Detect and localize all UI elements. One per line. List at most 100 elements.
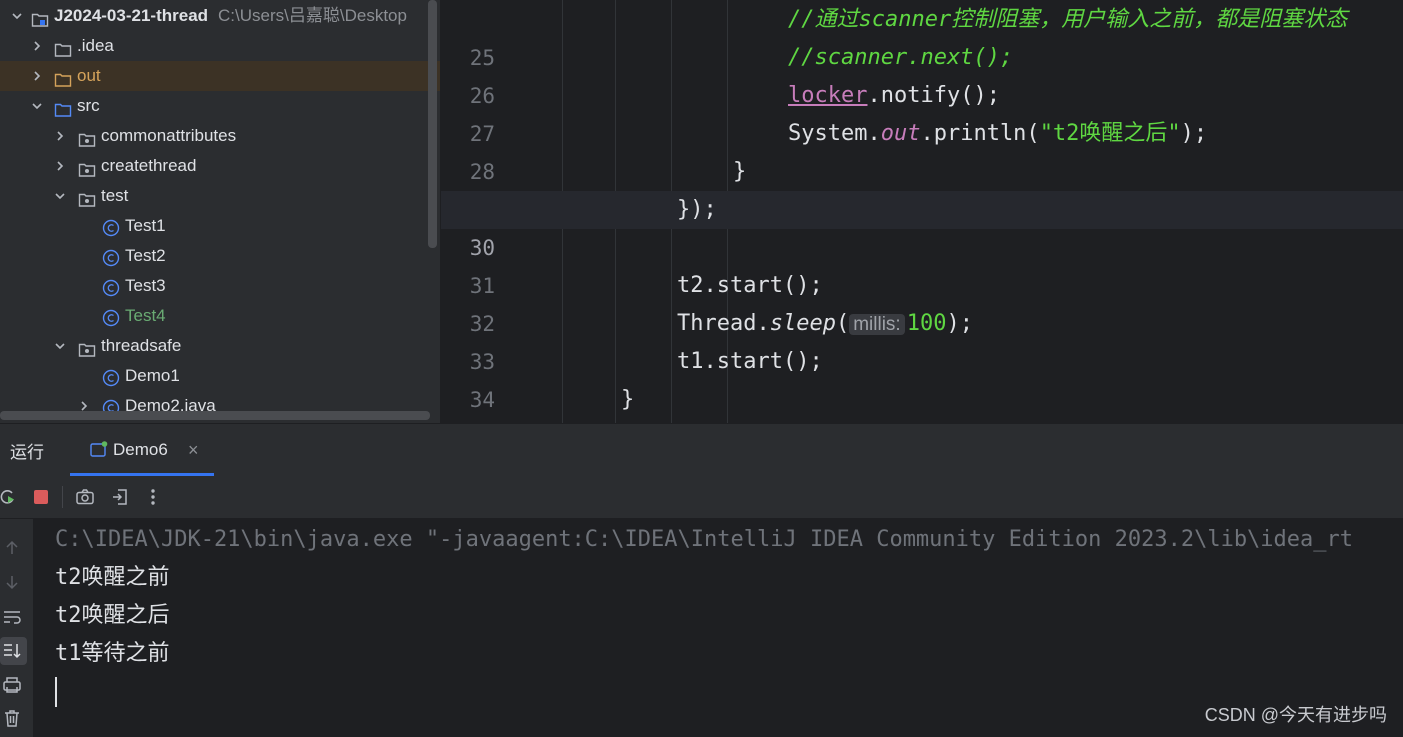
more-icon[interactable] (143, 487, 163, 507)
code-line[interactable]: 32 t2.start(); (441, 267, 1403, 336)
tree-item-label: .idea (77, 36, 114, 55)
tree-item-label: commonattributes (101, 126, 237, 145)
code-line[interactable]: 31 (441, 229, 1403, 298)
arrow-up-icon[interactable] (2, 538, 22, 558)
project-path: C:\Users\吕嘉聪\Desktop (218, 6, 407, 25)
tree-item-test4[interactable]: Test4 (0, 301, 440, 331)
class-icon (102, 277, 120, 297)
code-text: t2.start(); (677, 273, 823, 298)
arrow-down-icon[interactable] (2, 572, 22, 592)
chevron-down-icon[interactable] (10, 9, 24, 23)
run-config-icon (90, 441, 108, 463)
code-number: 100 (906, 311, 947, 336)
close-icon[interactable]: × (188, 440, 199, 461)
console-line: t1等待之前 (55, 641, 170, 666)
code-static-method: sleep (769, 311, 836, 336)
tree-item-out[interactable]: out (0, 61, 440, 91)
code-text: Thread. (677, 311, 770, 336)
code-text: ); (1180, 121, 1208, 146)
tree-item-label: Test2 (125, 246, 166, 265)
parameter-hint: millis: (849, 314, 905, 335)
console-command-line: C:\IDEA\JDK-21\bin\java.exe "-javaagent:… (55, 527, 1354, 552)
tree-item-createthread[interactable]: createthread (0, 151, 440, 181)
code-text: System.out.println("t2唤醒之后"); (788, 115, 1207, 153)
code-line[interactable]: 26 //scanner.next(); (441, 39, 1403, 108)
run-toolbar (0, 476, 1403, 519)
tree-item-root[interactable]: J2024-03-21-thread C:\Users\吕嘉聪\Desktop (0, 1, 440, 31)
code-text: ); (946, 311, 973, 336)
rerun-icon[interactable] (0, 487, 18, 507)
tree-item-demo1[interactable]: Demo1 (0, 361, 440, 391)
soft-wrap-icon[interactable] (2, 607, 22, 627)
tree-item-label: Test4 (125, 306, 166, 325)
project-icon (31, 8, 49, 27)
chevron-down-icon[interactable] (30, 99, 44, 113)
code-text: .notify(); (867, 83, 1000, 108)
tree-item-label: threadsafe (101, 336, 182, 355)
text-caret (55, 677, 57, 707)
tree-item-test1[interactable]: Test1 (0, 211, 440, 241)
source-folder-icon (54, 98, 72, 117)
exit-icon[interactable] (110, 487, 130, 507)
print-icon[interactable] (2, 675, 22, 695)
package-icon (78, 338, 96, 357)
tab-label: Demo6 (113, 440, 168, 459)
code-editor[interactable]: 25 //通过scanner控制阻塞，用户输入之前，都是阻塞状态 26 //sc… (441, 0, 1403, 423)
console-line: t2唤醒之前 (55, 565, 170, 590)
code-line[interactable]: 35 } (441, 381, 1403, 419)
code-text: ( (835, 311, 850, 336)
code-text: System. (788, 121, 881, 146)
project-tree: J2024-03-21-thread C:\Users\吕嘉聪\Desktop .… (0, 0, 440, 423)
console-side-toolbar (0, 519, 33, 737)
camera-icon[interactable] (75, 487, 95, 507)
code-line[interactable]: 33 Thread.sleep(millis: 100); (441, 305, 1403, 374)
code-string: "t2唤醒之后" (1039, 121, 1181, 146)
code-line[interactable]: 25 //通过scanner控制阻塞，用户输入之前，都是阻塞状态 (441, 1, 1403, 70)
code-text: locker.notify(); (788, 77, 1000, 115)
console-line: t2唤醒之后 (55, 603, 170, 628)
console-output[interactable]: C:\IDEA\JDK-21\bin\java.exe "-javaagent:… (33, 519, 1403, 737)
tree-item-test3[interactable]: Test3 (0, 271, 440, 301)
class-icon (102, 367, 120, 387)
project-name: J2024-03-21-thread C:\Users\吕嘉聪\Desktop (54, 1, 407, 31)
code-variable: locker (788, 83, 868, 108)
tab-demo6[interactable]: Demo6 × (70, 424, 214, 476)
code-comment: //通过scanner控制阻塞，用户输入之前，都是阻塞状态 (788, 7, 1348, 32)
tree-item-label: Demo1 (125, 366, 180, 385)
toolbar-separator (62, 486, 63, 508)
tree-vertical-scrollbar[interactable] (428, 0, 437, 248)
tree-item-test[interactable]: test (0, 181, 440, 211)
code-text: Thread.sleep(millis: 100); (677, 305, 973, 344)
code-line[interactable]: 28 System.out.println("t2唤醒之后"); (441, 115, 1403, 184)
tree-item-test2[interactable]: Test2 (0, 241, 440, 271)
stop-icon[interactable] (31, 487, 51, 507)
tree-item-src[interactable]: src (0, 91, 440, 121)
tree-item-label: test (101, 186, 129, 205)
tree-item-idea[interactable]: .idea (0, 31, 440, 61)
code-line[interactable]: 29 } (441, 153, 1403, 222)
tree-item-commonattributes[interactable]: commonattributes (0, 121, 440, 151)
code-line[interactable]: 27 locker.notify(); (441, 77, 1403, 146)
folder-icon (54, 38, 72, 57)
excluded-folder-icon (54, 68, 72, 87)
scroll-to-end-icon[interactable] (2, 641, 22, 661)
code-text: t1.start(); (677, 349, 823, 374)
chevron-right-icon[interactable] (30, 69, 44, 83)
tree-item-label: out (77, 66, 101, 85)
code-text: }); (677, 197, 717, 222)
trash-icon[interactable] (2, 708, 22, 728)
chevron-down-icon[interactable] (53, 189, 67, 203)
chevron-right-icon[interactable] (53, 129, 67, 143)
chevron-right-icon[interactable] (30, 39, 44, 53)
class-icon (102, 307, 120, 327)
chevron-right-icon[interactable] (53, 159, 67, 173)
project-title: J2024-03-21-thread (54, 6, 209, 25)
package-icon (78, 188, 96, 207)
code-line[interactable]: 34 t1.start(); (441, 343, 1403, 412)
chevron-down-icon[interactable] (53, 339, 67, 353)
tree-item-threadsafe[interactable]: threadsafe (0, 331, 440, 361)
package-icon (78, 128, 96, 147)
code-text: .println( (920, 121, 1040, 146)
tree-horizontal-scrollbar[interactable] (0, 411, 430, 420)
code-line-current[interactable]: 30 }); (441, 191, 1403, 260)
